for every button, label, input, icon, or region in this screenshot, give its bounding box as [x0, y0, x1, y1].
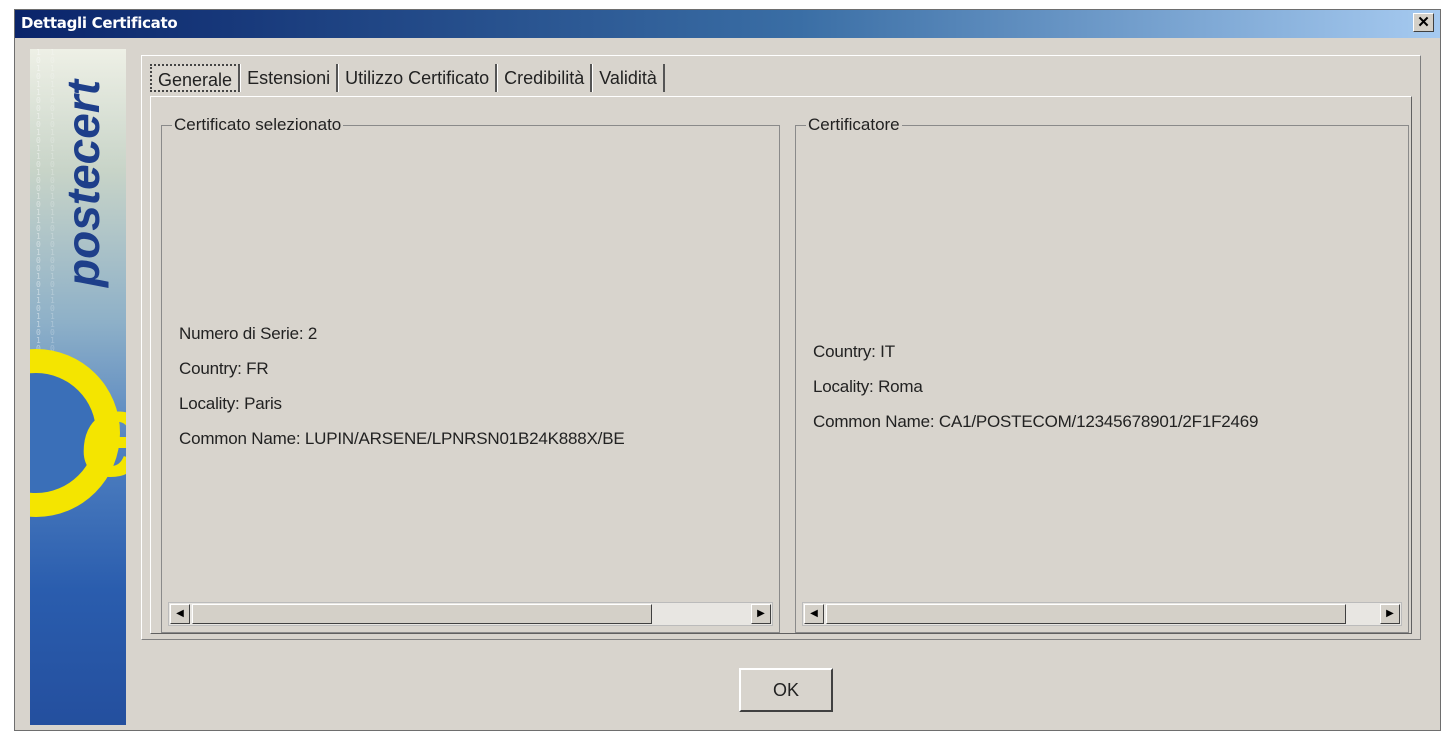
selected-certificate-group: Certificato selezionato Numero di Serie:… [161, 116, 780, 633]
subject-common-name: Common Name: LUPIN/ARSENE/LPNRSN01B24K88… [179, 429, 625, 448]
scroll-right-button[interactable]: ▶ [1380, 604, 1400, 624]
serial-number: Numero di Serie: 2 [179, 324, 318, 343]
window-title: Dettagli Certificato [21, 14, 178, 32]
issuer-legend: Certificatore [806, 115, 902, 134]
selected-certificate-scrollbar[interactable]: ◀ ▶ [168, 602, 773, 626]
tab-credibilita[interactable]: Credibilità [497, 64, 593, 92]
issuer-common-name: Common Name: CA1/POSTECOM/12345678901/2F… [813, 412, 1259, 431]
close-icon: ✕ [1417, 14, 1430, 31]
arrow-left-icon: ◀ [176, 608, 184, 619]
scrollbar-thumb[interactable] [826, 604, 1346, 624]
tab-strip: Generale Estensioni Utilizzo Certificato… [150, 64, 665, 94]
tab-content-generale: Certificato selezionato Numero di Serie:… [150, 96, 1412, 634]
arrow-left-icon: ◀ [810, 608, 818, 619]
tab-estensioni[interactable]: Estensioni [240, 64, 339, 92]
scroll-left-button[interactable]: ◀ [804, 604, 824, 624]
issuer-scrollbar[interactable]: ◀ ▶ [802, 602, 1402, 626]
arrow-right-icon: ▶ [757, 608, 765, 619]
tab-panel: Generale Estensioni Utilizzo Certificato… [141, 55, 1421, 640]
arrow-right-icon: ▶ [1386, 608, 1394, 619]
subject-locality: Locality: Paris [179, 394, 282, 413]
postecert-logo: 1010110010101101001011010100101101101001… [30, 49, 126, 725]
logo-wordmark: postecert [57, 79, 109, 287]
issuer-country: Country: IT [813, 342, 895, 361]
selected-certificate-legend: Certificato selezionato [172, 115, 344, 134]
issuer-locality: Locality: Roma [813, 377, 923, 396]
scrollbar-thumb[interactable] [192, 604, 652, 624]
close-button[interactable]: ✕ [1413, 13, 1434, 32]
title-bar[interactable]: Dettagli Certificato ✕ [15, 10, 1440, 38]
scroll-right-button[interactable]: ▶ [751, 604, 771, 624]
tab-utilizzo-certificato[interactable]: Utilizzo Certificato [338, 64, 498, 92]
ok-button[interactable]: OK [739, 668, 833, 712]
scroll-left-button[interactable]: ◀ [170, 604, 190, 624]
certificate-details-dialog: Dettagli Certificato ✕ 10101100101011010… [14, 9, 1441, 731]
issuer-fields: Country: IT Locality: Roma Common Name: … [813, 334, 1403, 439]
logo-e-icon: e [80, 375, 126, 495]
tab-validita[interactable]: Validità [592, 64, 665, 92]
issuer-group: Certificatore Country: IT Locality: Roma… [795, 116, 1409, 633]
subject-country: Country: FR [179, 359, 269, 378]
tab-generale[interactable]: Generale [150, 64, 241, 92]
selected-certificate-fields: Numero di Serie: 2 Country: FR Locality:… [179, 316, 769, 456]
